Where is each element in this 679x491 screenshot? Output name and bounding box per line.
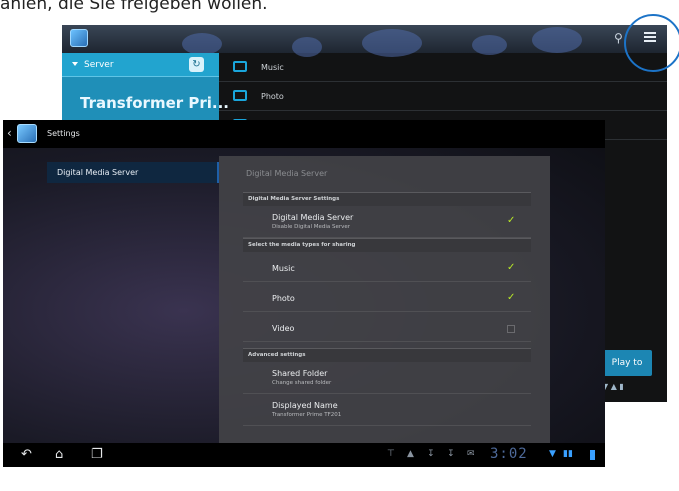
setting-subtitle: Change shared folder — [272, 380, 332, 386]
checkbox-checked-icon[interactable]: ✓ — [507, 293, 515, 303]
back-caret-icon[interactable]: ‹ — [7, 126, 12, 140]
background-status-icons: ▼ ▲ ▮ — [602, 382, 624, 391]
setting-video[interactable]: Video — [243, 312, 531, 342]
setting-title: Shared Folder — [272, 369, 328, 378]
folder-row-photo[interactable]: Photo — [219, 82, 667, 111]
setting-subtitle: Disable Digital Media Server — [272, 224, 351, 230]
setting-title: Displayed Name — [272, 401, 338, 410]
section-header: Advanced settings — [243, 348, 531, 362]
device-name[interactable]: Transformer Pri... — [80, 94, 229, 112]
checkbox-unchecked-icon[interactable] — [507, 325, 515, 333]
folder-icon — [233, 61, 247, 72]
settings-action-bar: ‹ Settings — [3, 120, 605, 148]
folder-icon — [233, 90, 247, 101]
home-icon[interactable]: ⌂ — [55, 448, 63, 461]
warning-icon: ▲ — [407, 449, 414, 459]
battery-icon — [590, 450, 595, 460]
checkbox-checked-icon[interactable]: ✓ — [507, 216, 515, 226]
background-action-bar: ⚲ — [62, 25, 667, 57]
setting-displayed-name[interactable]: Displayed Name Transformer Prime TF201 — [243, 394, 531, 426]
section-header: Select the media types for sharing — [243, 238, 531, 252]
folder-label: Photo — [261, 92, 284, 101]
setting-shared-folder[interactable]: Shared Folder Change shared folder — [243, 362, 531, 394]
settings-screenshot: ‹ Settings Digital Media Server Digital … — [3, 120, 605, 467]
setting-title: Photo — [272, 294, 295, 303]
setting-title: Digital Media Server — [272, 213, 354, 222]
server-dropdown[interactable]: Server ↻ — [62, 53, 219, 77]
search-icon[interactable]: ⚲ — [614, 31, 623, 45]
settings-title: Settings — [47, 129, 80, 138]
download-icon: ↧ — [447, 449, 455, 459]
section-header: Digital Media Server Settings — [243, 192, 531, 206]
nav-item-digital-media-server[interactable]: Digital Media Server — [47, 162, 219, 183]
wifi-icon: ▼ — [549, 449, 556, 459]
highlight-circle — [624, 14, 679, 72]
setting-subtitle: Transformer Prime TF201 — [272, 412, 342, 418]
system-bar: ↶ ⌂ ❐ ⊤ ▲ ↧ ↧ ✉ 3:02 ▼ ▮▮ — [3, 443, 605, 467]
signal-icon: ▮▮ — [563, 449, 573, 459]
refresh-icon[interactable]: ↻ — [189, 57, 204, 72]
setting-title: Video — [272, 324, 295, 333]
setting-photo[interactable]: Photo ✓ — [243, 282, 531, 312]
settings-panel: Digital Media Server Digital Media Serve… — [219, 156, 550, 462]
checkbox-checked-icon[interactable]: ✓ — [507, 263, 515, 273]
setting-title: Music — [272, 264, 295, 273]
folder-label: Music — [261, 63, 284, 72]
chevron-down-icon — [72, 62, 78, 66]
download-icon: ↧ — [427, 449, 435, 459]
setting-digital-media-server[interactable]: Digital Media Server Disable Digital Med… — [243, 206, 531, 238]
app-logo-icon — [70, 29, 88, 47]
setting-music[interactable]: Music ✓ — [243, 252, 531, 282]
app-logo-icon — [17, 124, 37, 143]
mail-icon: ✉ — [467, 449, 475, 459]
clock: 3:02 — [490, 446, 528, 462]
caption-text: ahlen, die Sie freigeben wollen. — [0, 0, 268, 14]
play-to-button[interactable]: Play to — [602, 350, 652, 376]
usb-icon: ⊤ — [387, 449, 395, 459]
panel-title: Digital Media Server — [246, 169, 328, 178]
recent-apps-icon[interactable]: ❐ — [91, 448, 103, 461]
server-label: Server — [84, 60, 114, 70]
folder-row-music[interactable]: Music — [219, 53, 667, 82]
back-icon[interactable]: ↶ — [21, 448, 32, 461]
